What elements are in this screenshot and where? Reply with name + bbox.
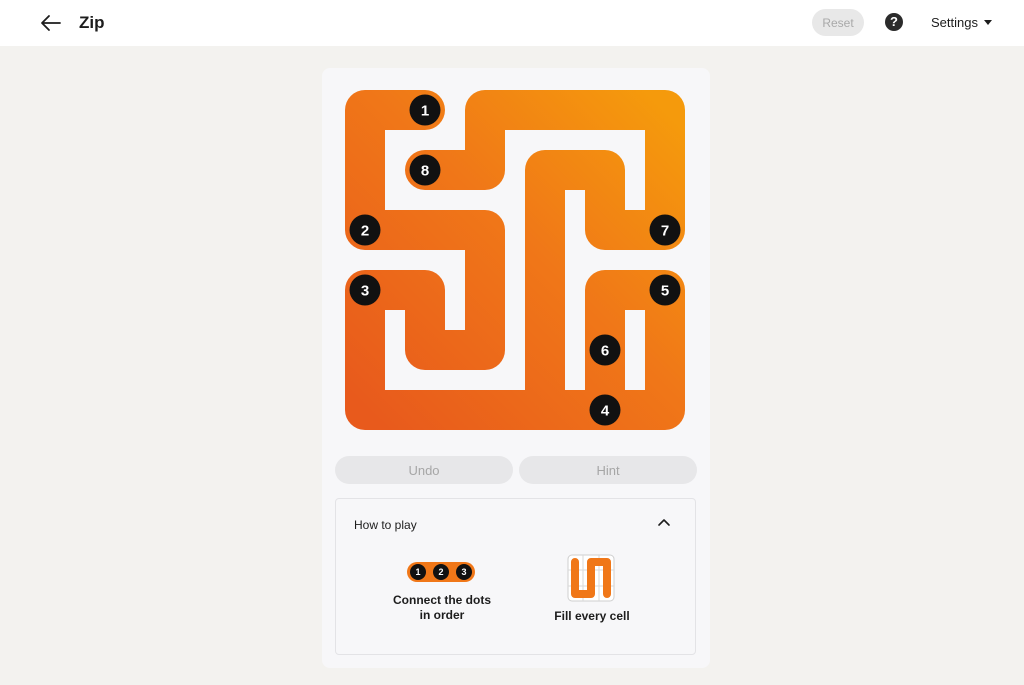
caret-down-icon (983, 20, 992, 25)
svg-text:3: 3 (361, 283, 369, 300)
svg-text:4: 4 (601, 403, 610, 420)
connect-dots-icon: 1 2 3 (407, 562, 475, 582)
tip-connect-dots: Connect the dots in order (393, 593, 491, 622)
checkpoint-1[interactable]: 1 (409, 94, 441, 126)
checkpoint-5[interactable]: 5 (649, 274, 681, 306)
checkpoint-6[interactable]: 6 (589, 334, 621, 366)
settings-label: Settings (931, 15, 978, 30)
svg-text:8: 8 (421, 163, 429, 180)
checkpoint-7[interactable]: 7 (649, 214, 681, 246)
how-to-play-panel: How to play 1 2 3 Connect the dots in orde… (335, 498, 696, 655)
help-icon[interactable]: ? (885, 13, 903, 31)
checkpoint-2[interactable]: 2 (349, 214, 381, 246)
checkpoint-8[interactable]: 8 (409, 154, 441, 186)
svg-text:6: 6 (601, 343, 609, 360)
reset-button[interactable]: Reset (812, 9, 864, 36)
svg-text:7: 7 (661, 223, 669, 240)
back-arrow-icon[interactable] (38, 11, 64, 35)
how-to-play-title: How to play (354, 518, 417, 532)
tip-fill-cells: Fill every cell (554, 609, 630, 623)
checkpoint-4[interactable]: 4 (589, 394, 621, 426)
svg-text:5: 5 (661, 283, 669, 300)
settings-menu[interactable]: Settings (931, 15, 992, 30)
svg-text:1: 1 (421, 103, 429, 120)
undo-button[interactable]: Undo (335, 456, 513, 484)
hint-button[interactable]: Hint (519, 456, 697, 484)
top-bar: Zip Reset ? Settings (0, 0, 1024, 46)
page-title: Zip (79, 13, 105, 32)
chevron-up-icon[interactable] (656, 516, 672, 528)
example-dot-label: 3 (461, 567, 466, 577)
svg-text:2: 2 (361, 223, 369, 240)
example-dot-label: 2 (438, 567, 443, 577)
example-dot-label: 1 (415, 567, 420, 577)
fill-cells-icon (567, 554, 615, 602)
checkpoint-3[interactable]: 3 (349, 274, 381, 306)
solution-path (345, 90, 685, 430)
puzzle-board[interactable]: 1 2 3 4 5 6 7 8 (345, 90, 687, 433)
